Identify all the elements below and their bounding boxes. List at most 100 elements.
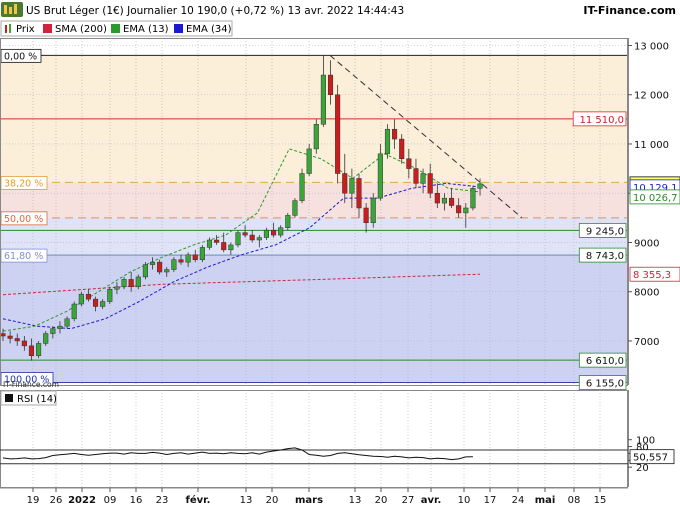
candle-body — [85, 293, 91, 300]
candle-body — [356, 178, 362, 209]
candle-body — [178, 259, 184, 263]
candle-body — [406, 158, 412, 169]
candle-body — [128, 279, 134, 288]
level-label: 8 743,0 — [586, 251, 624, 262]
candle — [43, 331, 49, 346]
fib-label: 0,00 % — [4, 51, 37, 62]
candle-body — [121, 279, 127, 288]
candle-body — [249, 234, 255, 241]
time-tick-label: 27 — [402, 495, 415, 506]
candle-body — [114, 286, 120, 290]
rsi-legend: RSI (14) — [0, 390, 57, 406]
candle-body — [349, 178, 355, 194]
fib-zone-mid — [0, 182, 628, 218]
level-label: 11 510,0 — [579, 115, 624, 126]
time-tick-label: mai — [535, 495, 556, 506]
time-tick-label: 16 — [130, 495, 143, 506]
legend-label: SMA (200) — [55, 24, 107, 35]
price-panel: 0,00 %38,20 %50,00 %61,80 %100,00 % IT-F… — [0, 38, 628, 389]
rsi-axis: 2040608010050,557 — [628, 390, 675, 487]
price-tick-label: 13 000 — [634, 42, 669, 53]
candle-body — [263, 229, 269, 238]
candle-body — [477, 183, 483, 189]
candle-body — [192, 254, 198, 260]
fib-label: 50,00 % — [4, 214, 43, 225]
candle-body — [420, 173, 426, 184]
price-tick-label: 7000 — [634, 337, 659, 348]
time-tick-label: 08 — [568, 495, 581, 506]
candle — [335, 84, 341, 184]
candle-body — [335, 94, 341, 174]
candle-body — [164, 269, 170, 273]
legend-label: EMA (13) — [123, 24, 169, 35]
level-label: 6 155,0 — [586, 379, 624, 390]
candle-body — [71, 303, 77, 320]
candle — [142, 262, 148, 280]
legend-swatch — [43, 24, 52, 33]
candle — [78, 291, 84, 307]
time-tick-label: 13 — [349, 495, 362, 506]
candle-body — [78, 293, 84, 305]
fib-zone-lower — [0, 255, 628, 383]
candle-body — [434, 192, 440, 204]
price-axis: 70008000900010 00011 00012 00013 000 — [628, 38, 669, 385]
time-tick-label: 15 — [594, 495, 607, 506]
rsi-legend-label: RSI (14) — [17, 394, 57, 405]
candle-body — [157, 261, 163, 273]
candle — [36, 340, 42, 359]
candle-body — [384, 128, 391, 155]
candle — [199, 244, 205, 263]
candle-body — [313, 124, 319, 150]
candle-body — [399, 138, 405, 160]
time-tick-label: 20 — [375, 495, 388, 506]
candle-body — [100, 301, 106, 307]
time-tick-label: 20 — [266, 495, 279, 506]
time-tick-label: 13 — [240, 495, 253, 506]
rsi-last-label: 50,557 — [633, 453, 668, 464]
legend: Prix SMA (200) EMA (13) EMA (34) — [0, 20, 233, 37]
time-tick-label: 09 — [104, 495, 117, 506]
price-tick-label: 9000 — [634, 238, 659, 249]
legend-label: EMA (34) — [186, 24, 232, 35]
price-tick-label: 8000 — [634, 288, 659, 299]
candle-body — [377, 153, 383, 199]
legend-label: Prix — [16, 24, 35, 35]
candle-body — [221, 242, 227, 251]
level-label: 6 610,0 — [586, 356, 624, 367]
candle — [292, 198, 298, 218]
candle-body — [21, 340, 27, 347]
candle-body — [214, 239, 220, 243]
candle-body — [206, 239, 213, 248]
rsi-panel: RSI (14) — [0, 390, 628, 488]
candle-body — [14, 338, 20, 342]
time-tick-label: 10 — [458, 495, 471, 506]
candle-body — [278, 227, 284, 236]
candle-body — [449, 197, 455, 206]
candle — [157, 259, 163, 275]
candle-body — [93, 298, 99, 307]
candle — [107, 286, 113, 305]
legend-swatch — [5, 394, 13, 402]
time-tick-label: 24 — [512, 495, 525, 506]
candle-body — [271, 229, 277, 236]
watermark: IT-Finance.com — [3, 380, 59, 389]
candle-body — [306, 148, 312, 174]
candle-body — [7, 335, 13, 339]
legend-swatch — [174, 24, 183, 33]
legend-swatch — [111, 24, 120, 33]
candle-body — [171, 259, 177, 270]
price-tick-label: 11 000 — [634, 140, 669, 151]
price-marker-label: 8 355,3 — [633, 270, 671, 281]
time-tick-label: 17 — [484, 495, 497, 506]
candle — [306, 143, 312, 176]
chart-header: US Brut Léger (1€) Journalier 10 190,0 (… — [0, 0, 680, 20]
time-tick-label: 26 — [50, 495, 63, 506]
time-tick-label: 23 — [156, 495, 169, 506]
candle-body — [292, 200, 298, 216]
candle-body — [299, 173, 305, 201]
candle-body — [285, 215, 291, 228]
candle-body — [43, 333, 49, 344]
level-label: 9 245,0 — [586, 226, 624, 237]
candle — [313, 119, 319, 154]
time-tick-label: févr. — [186, 494, 211, 506]
